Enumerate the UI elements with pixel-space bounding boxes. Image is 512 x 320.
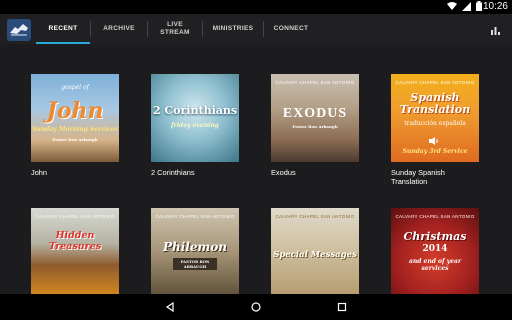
tab-live-stream[interactable]: LIVE STREAM <box>148 14 202 44</box>
art-byline: Pastor Ron Arbaugh <box>292 124 338 129</box>
signal-icon <box>462 1 471 14</box>
series-card-special-messages[interactable]: CALVARY CHAPEL SAN ANTONIO Special Messa… <box>271 208 361 296</box>
series-title: Exodus <box>271 168 296 177</box>
tab-ministries[interactable]: MINISTRIES <box>203 14 263 44</box>
back-button[interactable] <box>150 294 190 320</box>
series-grid: gospel of John Sunday Morning Services P… <box>0 44 512 296</box>
art-footer: Sunday 3rd Service <box>402 148 468 155</box>
system-nav-bar <box>0 294 512 320</box>
series-card-john[interactable]: gospel of John Sunday Morning Services P… <box>31 74 121 177</box>
bar-chart-icon[interactable] <box>491 22 500 40</box>
series-card-spanish-translation[interactable]: CALVARY CHAPEL SAN ANTONIO Spanish Trans… <box>391 74 481 186</box>
battery-icon <box>476 1 482 14</box>
home-button[interactable] <box>236 294 276 320</box>
art-subtitle: friday evening <box>171 122 219 129</box>
art-subtitle: and end of year services <box>408 258 462 272</box>
art-header: CALVARY CHAPEL SAN ANTONIO <box>155 214 235 219</box>
series-card-hidden-treasures[interactable]: CALVARY CHAPEL SAN ANTONIO Hidden Treasu… <box>31 208 121 296</box>
art-header: CALVARY CHAPEL SAN ANTONIO <box>395 80 475 85</box>
art-subtitle: Sunday Morning Services <box>32 126 118 133</box>
clock: 10:26 <box>482 1 508 12</box>
series-title: John <box>31 168 48 177</box>
art-year: 2014 <box>422 244 448 254</box>
art-title: Hidden Treasures <box>48 230 102 252</box>
series-artwork: 2 Corinthians friday evening <box>151 74 239 162</box>
series-card-philemon[interactable]: CALVARY CHAPEL SAN ANTONIO Philemon PAST… <box>151 208 241 296</box>
recents-icon <box>337 302 347 312</box>
series-card-exodus[interactable]: CALVARY CHAPEL SAN ANTONIO EXODUS Pastor… <box>271 74 361 177</box>
series-artwork: CALVARY CHAPEL SAN ANTONIO Christmas 201… <box>391 208 479 296</box>
art-title: Christmas <box>403 230 467 243</box>
series-artwork: gospel of John Sunday Morning Services P… <box>31 74 119 162</box>
series-card-2-corinthians[interactable]: 2 Corinthians friday evening 2 Corinthia… <box>151 74 241 177</box>
tab-recent[interactable]: RECENT <box>36 14 90 44</box>
series-artwork: CALVARY CHAPEL SAN ANTONIO Special Messa… <box>271 208 359 296</box>
series-title: Sunday Spanish Translation <box>391 168 445 186</box>
art-title: Philemon <box>163 240 227 254</box>
recents-button[interactable] <box>322 294 362 320</box>
tab-connect[interactable]: CONNECT <box>264 14 318 44</box>
art-title: EXODUS <box>282 106 348 121</box>
app-logo <box>7 19 31 41</box>
art-title: Spanish Translation <box>399 91 471 116</box>
series-artwork: CALVARY CHAPEL SAN ANTONIO EXODUS Pastor… <box>271 74 359 162</box>
series-artwork: CALVARY CHAPEL SAN ANTONIO Philemon PAST… <box>151 208 239 296</box>
art-header: CALVARY CHAPEL SAN ANTONIO <box>275 214 355 219</box>
wifi-icon <box>447 1 457 14</box>
art-header: CALVARY CHAPEL SAN ANTONIO <box>275 80 355 85</box>
art-header: CALVARY CHAPEL SAN ANTONIO <box>35 214 115 219</box>
tab-archive[interactable]: ARCHIVE <box>91 14 147 44</box>
art-title: Special Messages <box>273 250 357 260</box>
series-artwork: CALVARY CHAPEL SAN ANTONIO Spanish Trans… <box>391 74 479 162</box>
series-artwork: CALVARY CHAPEL SAN ANTONIO Hidden Treasu… <box>31 208 119 296</box>
series-card-christmas[interactable]: CALVARY CHAPEL SAN ANTONIO Christmas 201… <box>391 208 481 296</box>
art-header: CALVARY CHAPEL SAN ANTONIO <box>395 214 475 219</box>
art-byline: Pastor Ron Arbaugh <box>52 137 98 142</box>
tab-bar: RECENT ARCHIVE LIVE STREAM MINISTRIES CO… <box>36 14 318 44</box>
home-icon <box>251 302 261 312</box>
status-bar: 10:26 <box>0 0 512 14</box>
art-subtitle: traducción española <box>404 120 466 127</box>
art-byline: PASTOR RON ARBAUGH <box>173 258 217 270</box>
back-icon <box>165 302 174 312</box>
art-header: gospel of <box>61 84 89 91</box>
series-title: 2 Corinthians <box>151 168 195 177</box>
art-title: John <box>46 98 104 124</box>
art-title: 2 Corinthians <box>152 104 238 117</box>
